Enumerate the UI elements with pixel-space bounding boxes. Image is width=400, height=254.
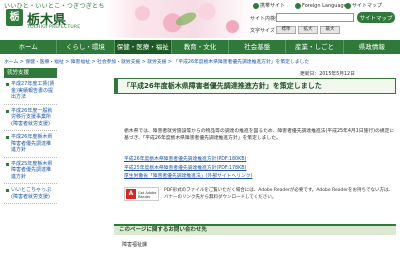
sidebar: 就労支援 平成27年度工賃(賃金)実績報告書の提出方法 平成26年度一般就労移行… bbox=[4, 68, 57, 254]
external-link-mhlw[interactable]: 厚生労働省「障害者優先調達推進法」(外部サイトへリンク) bbox=[124, 173, 396, 182]
font-size-label: 文字サイズ bbox=[250, 28, 275, 34]
sitemap-label: サイトマップ bbox=[352, 3, 383, 9]
search-button[interactable]: サイトマップ bbox=[357, 12, 395, 23]
adobe-pdf-icon: A bbox=[126, 189, 136, 199]
breadcrumb[interactable]: ホーム > 保健・医療・福祉 > 障害福祉 > 社会参加・就労支援 > 就労支援… bbox=[4, 58, 309, 65]
font-size-medium-button[interactable]: 拡大 bbox=[298, 26, 318, 34]
sidebar-item[interactable]: 平成25年度栃木県障害者優先調達推進方針 bbox=[4, 158, 57, 184]
nav-item-home[interactable]: ホーム bbox=[0, 40, 58, 54]
font-size-small-button[interactable]: 標準 bbox=[276, 26, 296, 34]
foreign-language-link[interactable]: Foreign Language bbox=[295, 2, 347, 10]
nav-item-health[interactable]: 保健・医療・福祉 bbox=[114, 40, 172, 54]
adobe-reader-label: Get Adobe Reader bbox=[138, 191, 157, 199]
global-nav: ホーム くらし・環境 保健・医療・福祉 教育・文化 社会基盤 産業・しごと 県政… bbox=[0, 40, 400, 54]
sidebar-item[interactable]: 平成26年度一般就労移行支援事業所(障害者就労支援) bbox=[4, 105, 57, 131]
globe-icon bbox=[295, 2, 301, 9]
sidebar-item[interactable]: いいとこちゃっぷ(障害者就労支援) bbox=[4, 184, 57, 204]
nav-item-infrastructure[interactable]: 社会基盤 bbox=[229, 40, 287, 54]
body-text: 栃木県では、障害者就労施設等からの物品等の調達の推進を図るため、障害者優先調達推… bbox=[124, 129, 395, 141]
mobile-site-link[interactable]: 携帯サイト bbox=[253, 2, 285, 10]
mobile-icon bbox=[253, 2, 259, 9]
updated-date: 更新日：2015年5月12日 bbox=[300, 72, 355, 77]
site-header: いいひと・いいとこ・つぎつぎとちぎ 栃 栃木県 TOCHIGI PREFECTU… bbox=[0, 0, 400, 38]
contact-department: 障害福祉課 bbox=[122, 242, 148, 248]
document-links: 平成26年度栃木県障害者優先調達推進方針(PDF:180KB) 平成25年度栃木… bbox=[124, 156, 396, 182]
get-adobe-reader-banner[interactable]: A Get Adobe Reader bbox=[124, 187, 159, 201]
font-size-large-button[interactable]: 最大 bbox=[320, 26, 340, 34]
logo-mark-icon[interactable]: 栃 bbox=[6, 9, 23, 26]
mobile-site-label: 携帯サイト bbox=[260, 3, 286, 9]
sidebar-item[interactable]: 平成27年度工賃(賃金)実績報告書の提出方法 bbox=[4, 78, 57, 105]
contact-heading: このページに関するお問い合わせ先 bbox=[114, 224, 396, 235]
pdf-link-2014[interactable]: 平成26年度栃木県障害者優先調達推進方針(PDF:180KB) bbox=[124, 156, 396, 165]
sidebar-item[interactable]: 平成26年度栃木県障害者優先調達推進方針 bbox=[4, 131, 57, 158]
nav-item-living[interactable]: くらし・環境 bbox=[57, 40, 115, 54]
sidebar-heading: 就労支援 bbox=[4, 68, 57, 78]
foreign-language-label: Foreign Language bbox=[302, 3, 347, 9]
site-logo-sub: TOCHIGI PREFECTURE bbox=[27, 25, 81, 30]
adobe-reader-note: PDF形式のファイルをご覧いただく場合には、Adobe Readerが必要です。… bbox=[164, 188, 393, 200]
nav-item-education[interactable]: 教育・文化 bbox=[172, 40, 230, 54]
sitemap-link[interactable]: サイトマップ bbox=[345, 2, 382, 10]
page-title: 「平成26年度栃木県障害者優先調達推進方針」を策定しました bbox=[114, 78, 396, 94]
search-input[interactable] bbox=[276, 13, 354, 22]
sitemap-icon bbox=[345, 2, 351, 9]
nav-item-government[interactable]: 県政情報 bbox=[344, 40, 400, 54]
pdf-link-2013[interactable]: 平成25年度栃木県障害者優先調達推進方針(PDF:178KB) bbox=[124, 165, 396, 174]
nav-item-industry[interactable]: 産業・しごと bbox=[286, 40, 344, 54]
